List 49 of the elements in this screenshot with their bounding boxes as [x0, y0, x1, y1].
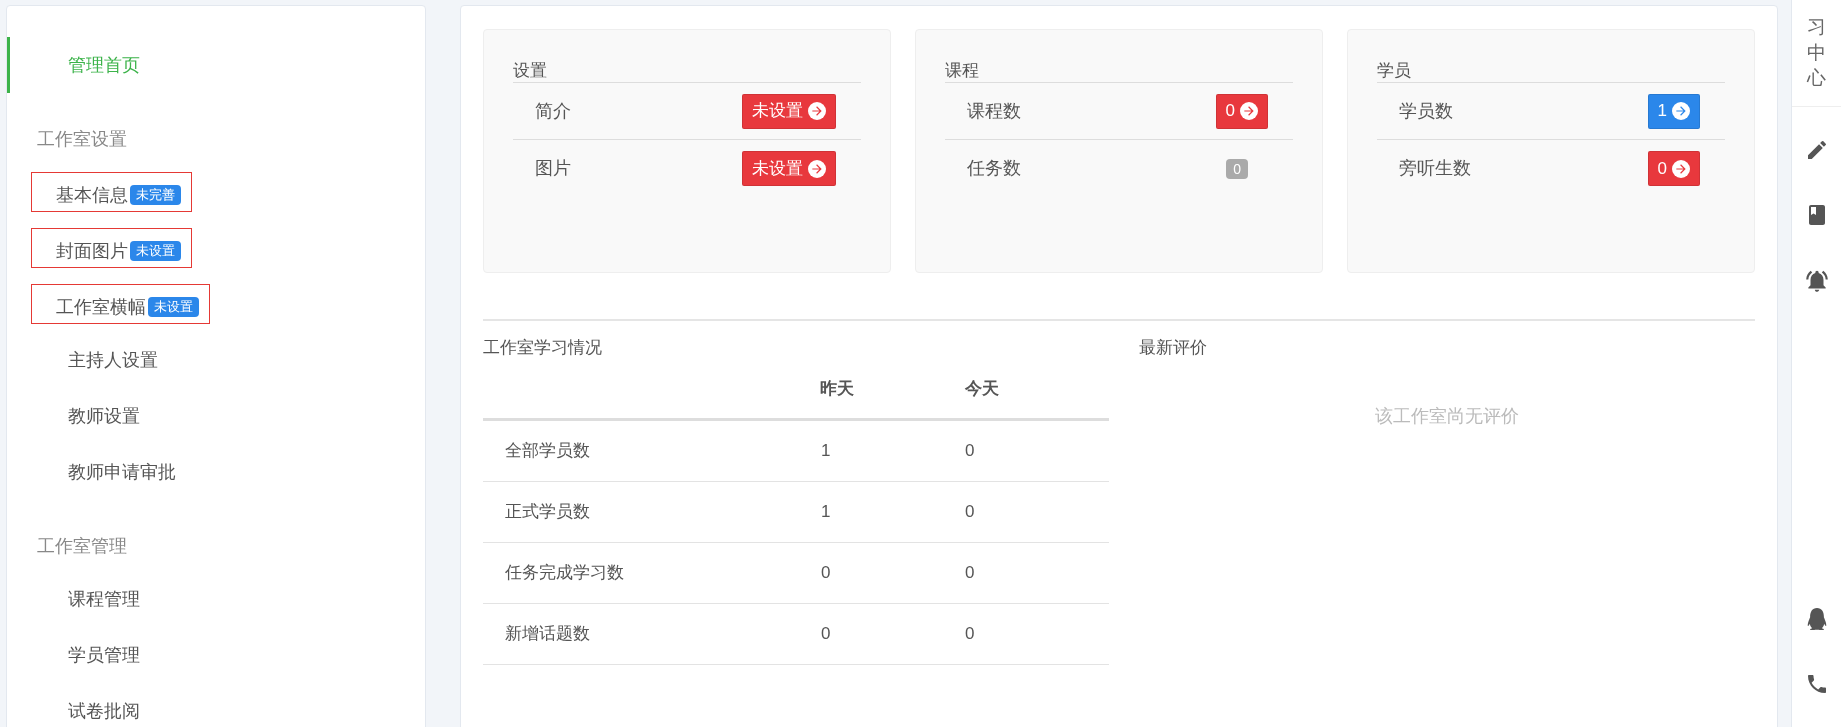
- table-cell-text: 0: [964, 439, 976, 462]
- section-title: 最新评价: [1139, 337, 1208, 359]
- penguin-icon[interactable]: [1805, 608, 1828, 630]
- row-label: 简介: [535, 99, 571, 123]
- status-badge: 未完善: [130, 185, 181, 205]
- table-cell-text: 0: [964, 500, 976, 523]
- sidebar-item[interactable]: 试卷批阅: [68, 699, 140, 723]
- status-button[interactable]: 未设置: [742, 151, 836, 186]
- table-cell-text: 任务完成学习数: [504, 561, 625, 584]
- table-cell-text: 1: [820, 439, 832, 462]
- sidebar-item[interactable]: 主持人设置: [68, 348, 158, 372]
- table-cell-text: 1: [820, 500, 832, 523]
- card-title: 课程: [945, 60, 1293, 83]
- table-cell-text: 0: [820, 561, 832, 584]
- sidebar-item[interactable]: 教师申请审批: [68, 460, 176, 484]
- status-badge: 未设置: [148, 297, 199, 317]
- status-badge: 未设置: [130, 241, 181, 261]
- sidebar-item[interactable]: 封面图片: [56, 239, 128, 263]
- status-button[interactable]: 0: [1647, 151, 1700, 186]
- section-heading: 工作室设置: [37, 127, 127, 151]
- row-label: 任务数: [967, 157, 1021, 180]
- row-label: 课程数: [967, 99, 1021, 123]
- card-title: 学员: [1377, 60, 1725, 83]
- status-button[interactable]: 1: [1647, 93, 1700, 129]
- table-cell-text: 新增话题数: [504, 622, 591, 645]
- row-label: 学员数: [1399, 99, 1453, 123]
- table-cell-text: 0: [820, 622, 832, 645]
- column-header: 昨天: [820, 378, 856, 401]
- table-cell-text: 全部学员数: [504, 439, 591, 462]
- sidebar-item[interactable]: 教师设置: [68, 404, 140, 428]
- status-button[interactable]: 0: [1215, 93, 1268, 129]
- card-title: 设置: [513, 60, 861, 83]
- table-cell-text: 0: [964, 622, 976, 645]
- table-cell-text: 正式学员数: [504, 500, 591, 523]
- sidebar-item[interactable]: 工作室横幅: [56, 295, 146, 319]
- empty-message: 该工作室尚无评价: [1375, 404, 1519, 428]
- sidebar-item[interactable]: 基本信息: [56, 183, 128, 207]
- section-title: 工作室学习情况: [483, 337, 603, 359]
- sidebar-item[interactable]: 课程管理: [68, 587, 140, 611]
- row-label: 旁听生数: [1399, 157, 1471, 180]
- column-header: 今天: [964, 378, 1000, 401]
- status-button[interactable]: 未设置: [742, 93, 836, 129]
- bell-icon[interactable]: [1803, 268, 1830, 294]
- section-heading: 工作室管理: [37, 534, 127, 558]
- table-cell-text: 0: [964, 561, 976, 584]
- row-label: 图片: [535, 157, 571, 180]
- count-badge: 0: [1226, 158, 1248, 179]
- sidebar-item[interactable]: 学员管理: [68, 643, 140, 667]
- study-center-link[interactable]: 习中心: [1807, 14, 1826, 106]
